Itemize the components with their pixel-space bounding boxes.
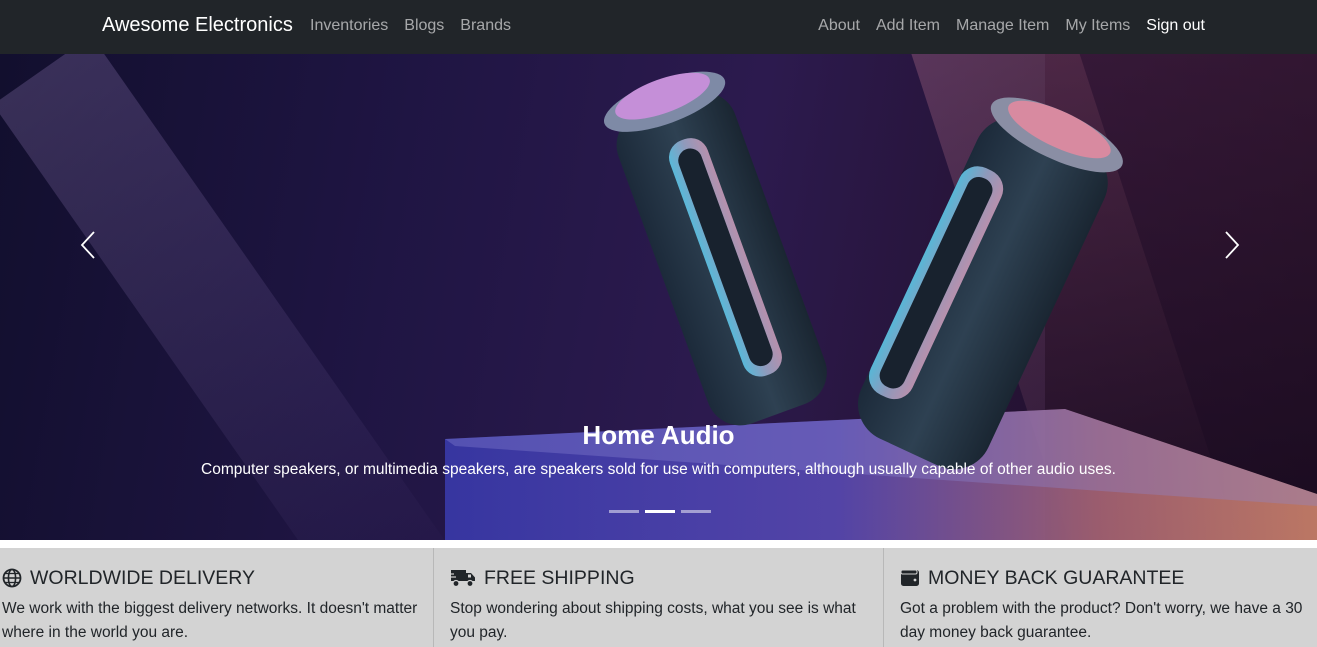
nav-link-blogs[interactable]: Blogs xyxy=(404,17,444,35)
chevron-left-icon xyxy=(80,231,95,259)
carousel-indicator-3[interactable] xyxy=(681,510,711,513)
brand-link[interactable]: Awesome Electronics xyxy=(102,14,293,37)
slide-description: Computer speakers, or multimedia speaker… xyxy=(201,461,1116,478)
feature-text: We work with the biggest delivery networ… xyxy=(2,600,418,641)
hero-carousel: Home Audio Computer speakers, or multime… xyxy=(0,54,1317,540)
nav-link-manage-item[interactable]: Manage Item xyxy=(956,17,1049,35)
nav-left-links: Inventories Blogs Brands xyxy=(310,17,511,35)
sign-out-link[interactable]: Sign out xyxy=(1146,17,1205,35)
carousel-indicators xyxy=(609,510,711,513)
nav-link-brands[interactable]: Brands xyxy=(460,17,511,35)
shipping-truck-icon xyxy=(450,570,475,588)
carousel-indicator-2[interactable] xyxy=(645,510,675,513)
nav-link-my-items[interactable]: My Items xyxy=(1065,17,1130,35)
navbar: Awesome Electronics Inventories Blogs Br… xyxy=(0,0,1317,54)
nav-link-about[interactable]: About xyxy=(818,17,860,35)
wallet-icon xyxy=(900,569,919,586)
carousel-indicator-1[interactable] xyxy=(609,510,639,513)
slide-title: Home Audio xyxy=(582,420,735,450)
chevron-right-icon xyxy=(1225,231,1240,259)
carousel-prev-button[interactable] xyxy=(58,229,118,273)
feature-header: MONEY BACK GUARANTEE xyxy=(900,566,1317,590)
slide-caption: Home Audio Computer speakers, or multime… xyxy=(0,420,1317,479)
feature-free-shipping: FREE SHIPPING Stop wondering about shipp… xyxy=(434,548,884,647)
features-strip: WORLDWIDE DELIVERY We work with the bigg… xyxy=(0,548,1317,647)
globe-icon xyxy=(2,568,22,588)
nav-link-add-item[interactable]: Add Item xyxy=(876,17,940,35)
feature-title: MONEY BACK GUARANTEE xyxy=(928,566,1185,589)
feature-title: WORLDWIDE DELIVERY xyxy=(30,566,256,589)
feature-money-back-guarantee: MONEY BACK GUARANTEE Got a problem with … xyxy=(884,548,1317,647)
feature-header: WORLDWIDE DELIVERY xyxy=(2,566,433,590)
feature-text: Stop wondering about shipping costs, wha… xyxy=(450,600,856,641)
feature-worldwide-delivery: WORLDWIDE DELIVERY We work with the bigg… xyxy=(0,548,434,647)
feature-header: FREE SHIPPING xyxy=(450,566,883,590)
nav-right-links: About Add Item Manage Item My Items Sign… xyxy=(818,17,1205,35)
nav-link-inventories[interactable]: Inventories xyxy=(310,17,388,35)
feature-title: FREE SHIPPING xyxy=(484,566,635,589)
feature-text: Got a problem with the product? Don't wo… xyxy=(900,600,1303,641)
carousel-next-button[interactable] xyxy=(1202,229,1262,273)
